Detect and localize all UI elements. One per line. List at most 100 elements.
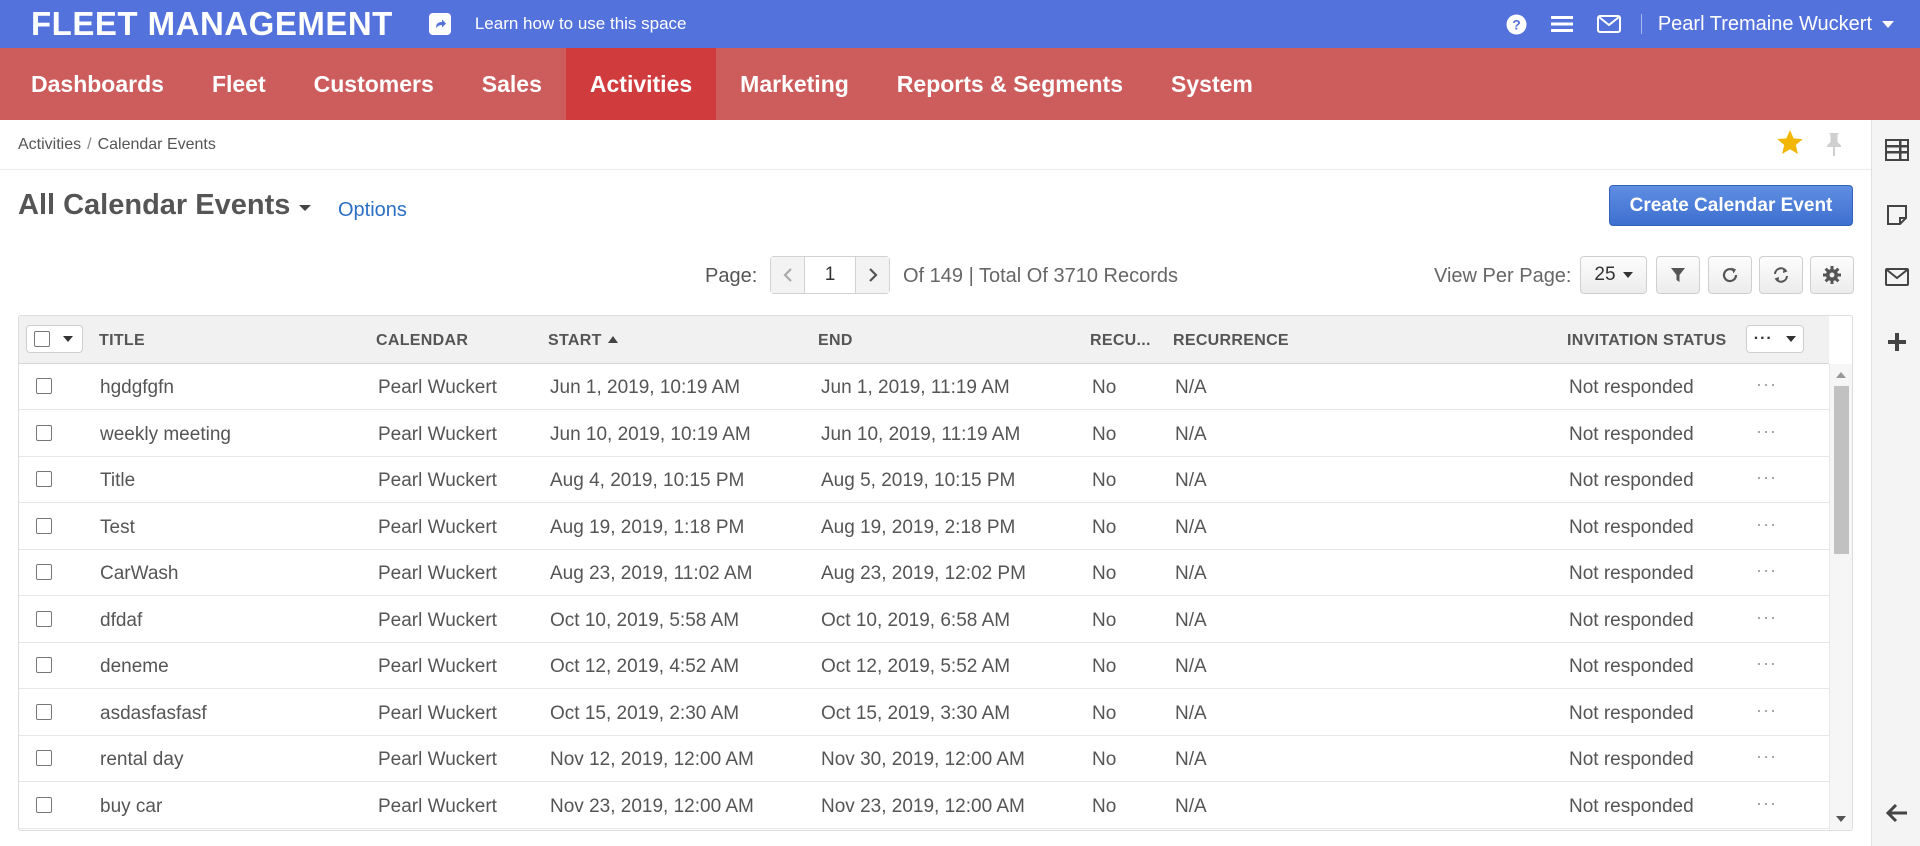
column-header-start-label: START [548, 332, 602, 349]
cell-title[interactable]: hgdgfgfn [100, 377, 174, 399]
column-header-recurrence[interactable]: RECURRENCE [1173, 332, 1289, 350]
row-actions-icon[interactable]: ··· [1756, 793, 1777, 814]
mail-icon[interactable] [1596, 15, 1621, 33]
select-all-control[interactable] [26, 325, 83, 353]
cell-recurrence: N/A [1175, 377, 1207, 398]
nav-item-reports-segments[interactable]: Reports & Segments [873, 48, 1147, 120]
row-checkbox[interactable] [36, 378, 52, 394]
per-page-select[interactable]: 25 [1580, 256, 1647, 294]
nav-item-fleet[interactable]: Fleet [188, 48, 290, 120]
menu-icon[interactable] [1550, 15, 1573, 33]
row-actions-icon[interactable]: ··· [1756, 467, 1777, 488]
cell-invitation: Not responded [1569, 702, 1694, 724]
row-checkbox[interactable] [36, 750, 52, 766]
table-row[interactable]: Title Pearl Wuckert Aug 4, 2019, 10:15 PM A… [19, 457, 1829, 503]
plus-icon[interactable] [1872, 322, 1920, 362]
page-number-input[interactable]: 1 [804, 257, 856, 293]
column-header-start[interactable]: START [548, 332, 618, 350]
user-menu[interactable]: Pearl Tremaine Wuckert [1658, 13, 1872, 36]
app-brand[interactable]: FLEET MANAGEMENT [31, 5, 393, 43]
top-bar: FLEET MANAGEMENT Learn how to use this s… [0, 0, 1920, 48]
nav-item-customers[interactable]: Customers [290, 48, 458, 120]
row-checkbox[interactable] [36, 424, 52, 441]
refresh-icon[interactable] [1759, 256, 1803, 294]
cell-title[interactable]: Title [100, 470, 135, 492]
favorite-star-icon[interactable] [1776, 129, 1804, 161]
row-actions-icon[interactable]: ··· [1756, 374, 1777, 395]
grid-actions-menu[interactable]: ··· [1746, 325, 1804, 353]
chevron-down-icon[interactable] [1882, 20, 1894, 28]
cell-title[interactable]: deneme [100, 656, 169, 678]
note-icon[interactable] [1872, 195, 1920, 235]
nav-item-dashboards[interactable]: Dashboards [0, 48, 188, 120]
cell-recurrent: No [1092, 516, 1117, 538]
row-checkbox[interactable] [36, 517, 52, 534]
learn-link[interactable]: Learn how to use this space [475, 14, 687, 34]
row-checkbox[interactable] [36, 564, 52, 580]
reset-icon[interactable] [1708, 256, 1752, 294]
options-link[interactable]: Options [338, 199, 407, 222]
nav-item-activities[interactable]: Activities [565, 48, 717, 120]
filter-icon[interactable] [1656, 256, 1700, 294]
pin-icon[interactable] [1824, 131, 1844, 162]
table-row[interactable]: asdasfasfasf Pearl Wuckert Oct 15, 2019, 2… [19, 690, 1829, 736]
next-page-button[interactable] [856, 257, 889, 293]
cell-start: Oct 10, 2019, 5:58 AM [550, 609, 740, 631]
row-actions-icon[interactable]: ··· [1756, 700, 1777, 721]
back-arrow-icon[interactable] [1872, 793, 1920, 833]
column-header-end[interactable]: END [818, 332, 853, 350]
cell-title[interactable]: dfdaf [100, 610, 142, 632]
table-row[interactable]: Test Pearl Wuckert Aug 19, 2019, 1:18 PM Au… [19, 504, 1829, 550]
page-title[interactable]: All Calendar Events [18, 189, 312, 222]
row-actions-icon[interactable]: ··· [1756, 560, 1777, 581]
select-all-checkbox[interactable] [34, 331, 50, 347]
share-icon[interactable] [428, 13, 451, 35]
cell-calendar: Pearl Wuckert [378, 609, 497, 631]
settings-icon[interactable] [1810, 256, 1854, 294]
scrollbar-thumb[interactable] [1834, 386, 1849, 554]
row-checkbox[interactable] [36, 657, 52, 673]
cell-title[interactable]: rental day [100, 749, 183, 771]
cell-recurrence: N/A [1175, 470, 1207, 491]
cell-title[interactable]: CarWash [100, 563, 178, 585]
row-actions-icon[interactable]: ··· [1756, 746, 1777, 767]
cell-title[interactable]: buy car [100, 796, 162, 818]
prev-page-button[interactable] [771, 257, 804, 293]
table-row[interactable]: CarWash Pearl Wuckert Aug 23, 2019, 11:02 … [19, 550, 1829, 596]
row-checkbox[interactable] [36, 471, 52, 487]
column-header-title[interactable]: TITLE [99, 332, 145, 350]
nav-item-system[interactable]: System [1147, 48, 1277, 120]
cell-title[interactable]: Test [100, 517, 135, 539]
table-row[interactable]: dfdaf Pearl Wuckert Oct 10, 2019, 5:58 AM O… [19, 597, 1829, 643]
row-actions-icon[interactable]: ··· [1756, 421, 1777, 442]
cell-end: Aug 5, 2019, 10:15 PM [821, 470, 1016, 491]
row-checkbox[interactable] [36, 610, 52, 627]
table-row[interactable]: hgdgfgfn Pearl Wuckert Jun 1, 2019, 10:19 … [19, 364, 1829, 410]
row-actions-icon[interactable]: ··· [1756, 607, 1777, 628]
create-calendar-event-button[interactable]: Create Calendar Event [1609, 185, 1853, 226]
cell-title[interactable]: asdasfasfasf [100, 703, 207, 725]
grid-scrollbar[interactable] [1829, 364, 1852, 830]
table-row[interactable]: weekly meeting Pearl Wuckert Jun 10, 2019,… [19, 411, 1829, 457]
mail-icon[interactable] [1872, 257, 1920, 297]
nav-item-marketing[interactable]: Marketing [716, 48, 873, 120]
chevron-down-icon[interactable] [299, 204, 312, 211]
row-checkbox[interactable] [36, 703, 52, 720]
column-header-invitation-status[interactable]: INVITATION STATUS [1567, 332, 1726, 350]
table-row[interactable]: rental day Pearl Wuckert Nov 12, 2019, 12:… [19, 736, 1829, 782]
sidebar-list-icon[interactable] [1872, 130, 1920, 170]
scroll-up-icon[interactable] [1836, 372, 1846, 378]
scroll-down-icon[interactable] [1836, 816, 1846, 822]
table-row[interactable]: buy car Pearl Wuckert Nov 23, 2019, 12:00 … [19, 783, 1829, 829]
column-header-recurrent[interactable]: RECU... [1090, 332, 1151, 350]
row-checkbox[interactable] [36, 796, 52, 813]
breadcrumb-parent[interactable]: Activities [18, 136, 81, 153]
table-row[interactable]: deneme Pearl Wuckert Oct 12, 2019, 4:52 AM… [19, 643, 1829, 689]
row-actions-icon[interactable]: ··· [1756, 514, 1777, 535]
chevron-down-icon[interactable] [63, 336, 73, 342]
cell-title[interactable]: weekly meeting [100, 424, 231, 446]
help-icon[interactable]: ? [1506, 14, 1527, 35]
nav-item-sales[interactable]: Sales [458, 48, 566, 120]
column-header-calendar[interactable]: CALENDAR [376, 332, 468, 350]
row-actions-icon[interactable]: ··· [1756, 653, 1777, 674]
